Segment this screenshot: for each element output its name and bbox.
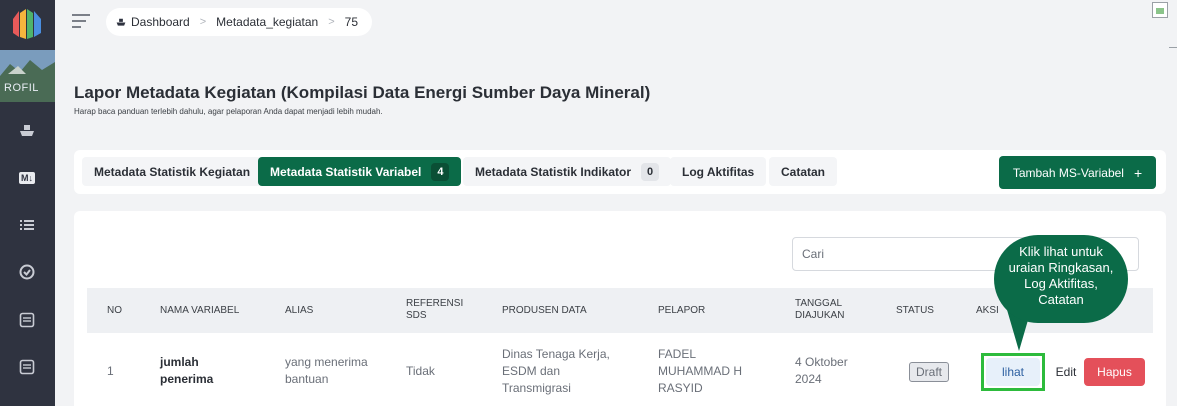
cell-produsen-data: Dinas Tenaga Kerja, ESDM dan Transmigras… [502, 346, 610, 397]
broken-image-icon [1152, 2, 1168, 18]
markdown-icon[interactable]: M↓ [17, 168, 37, 188]
cell-pelapor-line2: MUHAMMAD H [658, 364, 742, 378]
col-alias: ALIAS [285, 305, 314, 316]
divider [1169, 47, 1177, 48]
markdown-label: M↓ [19, 172, 35, 184]
ship-icon [116, 18, 126, 27]
chevron-right-icon: > [199, 16, 207, 28]
col-tanggal-line2: DIAJUKAN [795, 310, 845, 321]
page-title: Lapor Metadata Kegiatan (Kompilasi Data … [74, 83, 651, 102]
plus-icon: + [1133, 164, 1143, 181]
cell-pelapor-line1: FADEL [658, 347, 697, 361]
tab-count-badge: 4 [431, 162, 450, 181]
tab-metadata-statistik-indikator[interactable]: Metadata Statistik Indikator 0 [463, 157, 672, 186]
tab-catatan[interactable]: Catatan [769, 157, 838, 186]
cell-tanggal: 4 Oktober 2024 [795, 354, 848, 388]
page-subtitle: Harap baca panduan terlebih dahulu, agar… [74, 107, 383, 116]
cell-nama-line2: penerima [160, 372, 214, 386]
status-badge: Draft [909, 362, 950, 382]
table-row: 1 jumlah penerima yang menerima bantuan … [87, 333, 1153, 406]
tabs-card: Metadata Statistik Kegiatan Metadata Sta… [74, 150, 1166, 194]
document-icon[interactable] [17, 357, 37, 377]
add-button-label: Tambah MS-Variabel [1012, 165, 1124, 180]
col-status: STATUS [896, 305, 934, 316]
tab-metadata-statistik-variabel[interactable]: Metadata Statistik Variabel 4 [258, 157, 462, 186]
app-logo[interactable] [11, 9, 43, 39]
tab-label: Metadata Statistik Kegiatan [94, 164, 251, 179]
cell-referensi: Tidak [406, 364, 435, 378]
col-tanggal-diajukan: TANGGAL DIAJUKAN [795, 298, 844, 322]
profile-banner[interactable]: ROFIL [0, 50, 55, 102]
col-pelapor: PELAPOR [658, 305, 706, 316]
edit-button[interactable]: Edit [1050, 358, 1082, 386]
breadcrumb-current: 75 [344, 15, 359, 29]
tooltip-line: uraian Ringkasan, [1008, 260, 1114, 275]
search-placeholder: Cari [802, 247, 825, 261]
cell-alias-line1: yang menerima [285, 355, 368, 369]
add-ms-variabel-button[interactable]: Tambah MS-Variabel + [999, 156, 1156, 189]
ship-icon[interactable] [17, 121, 37, 141]
col-tanggal-line1: TANGGAL [795, 298, 843, 309]
cell-pelapor: FADEL MUHAMMAD H RASYID [658, 346, 742, 397]
cell-pelapor-line3: RASYID [658, 381, 703, 395]
cell-produsen-line2: ESDM dan [502, 364, 561, 378]
tooltip-callout: Klik lihat untuk uraian Ringkasan, Log A… [994, 235, 1128, 323]
col-nama-variabel: NAMA VARIABEL [160, 305, 240, 316]
cell-nama-variabel: jumlah penerima [160, 354, 213, 388]
cell-no: 1 [107, 364, 114, 378]
check-circle-icon[interactable] [17, 262, 37, 282]
list-icon[interactable] [17, 215, 37, 235]
cell-alias-line2: bantuan [285, 372, 329, 386]
cell-produsen-line1: Dinas Tenaga Kerja, [502, 347, 610, 361]
sidebar: ROFIL M↓ [0, 0, 55, 406]
profile-label: ROFIL [4, 82, 39, 94]
cell-produsen-line3: Transmigrasi [502, 381, 571, 395]
breadcrumb-dashboard[interactable]: Dashboard [131, 15, 190, 29]
breadcrumb-metadata-kegiatan[interactable]: Metadata_kegiatan [216, 15, 318, 29]
cell-alias: yang menerima bantuan [285, 354, 368, 388]
document-icon[interactable] [17, 310, 37, 330]
tab-label: Metadata Statistik Variabel [270, 164, 422, 179]
cell-tanggal-line2: 2024 [795, 372, 822, 386]
menu-toggle-icon[interactable] [72, 14, 90, 28]
tooltip-line: Log Aktifitas, [1024, 276, 1098, 291]
tab-label: Catatan [781, 164, 826, 179]
cell-nama-line1: jumlah [160, 355, 199, 369]
hapus-button[interactable]: Hapus [1084, 358, 1145, 386]
tab-metadata-statistik-kegiatan[interactable]: Metadata Statistik Kegiatan [82, 157, 263, 186]
chevron-right-icon: > [328, 16, 335, 28]
lihat-highlight-box [981, 353, 1045, 391]
col-produsen-data: PRODUSEN DATA [502, 305, 587, 316]
breadcrumb: Dashboard > Metadata_kegiatan > 75 [106, 8, 373, 36]
cell-tanggal-line1: 4 Oktober [795, 355, 848, 369]
col-referensi-sds: REFERENSI SDS [406, 298, 463, 322]
tab-log-aktifitas[interactable]: Log Aktifitas [670, 157, 767, 186]
col-referensi-line2: SDS [406, 310, 427, 321]
tooltip-line: Catatan [1038, 292, 1084, 307]
tab-label: Metadata Statistik Indikator [475, 164, 632, 179]
tooltip-line: Klik lihat untuk [1019, 244, 1103, 259]
tab-count-badge: 0 [641, 162, 660, 181]
col-referensi-line1: REFERENSI [406, 298, 464, 309]
col-no: NO [107, 305, 122, 316]
tab-label: Log Aktifitas [682, 164, 755, 179]
